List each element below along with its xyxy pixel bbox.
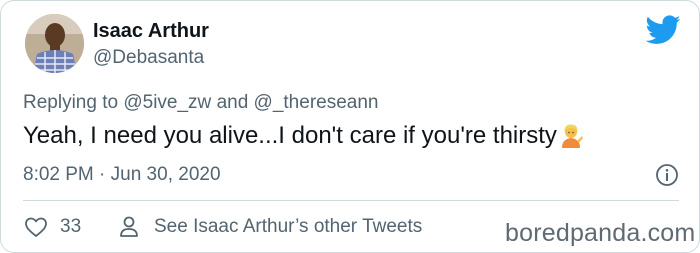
reply-conjunction: and xyxy=(216,92,249,113)
person-icon[interactable] xyxy=(118,215,140,239)
mention-link-1[interactable]: @5ive_zw xyxy=(123,92,211,113)
timestamp[interactable]: 8:02 PM · Jun 30, 2020 xyxy=(23,164,221,186)
watermark: boredpanda.com xyxy=(505,219,696,247)
other-tweets-link[interactable]: See Isaac Arthur’s other Tweets xyxy=(154,216,422,238)
avatar[interactable] xyxy=(25,14,84,73)
reply-prefix: Replying to xyxy=(23,92,119,113)
info-icon[interactable] xyxy=(655,163,679,187)
heart-icon[interactable] xyxy=(24,216,48,238)
like-count[interactable]: 33 xyxy=(60,216,81,238)
author-name[interactable]: Isaac Arthur xyxy=(93,20,209,43)
person-tipping-hand-icon xyxy=(561,124,583,148)
tweet-card: Isaac Arthur @Debasanta Replying to @5iv… xyxy=(0,0,700,253)
author-handle[interactable]: @Debasanta xyxy=(93,47,204,69)
reply-context: Replying to @5ive_zw and @_thereseann xyxy=(23,92,378,114)
twitter-bird-icon[interactable] xyxy=(646,15,681,45)
tweet-body: Yeah, I need you alive...I don't care if… xyxy=(23,122,557,149)
divider xyxy=(23,200,679,201)
tweet-text: Yeah, I need you alive...I don't care if… xyxy=(23,122,584,150)
mention-link-2[interactable]: @_thereseann xyxy=(254,92,379,113)
